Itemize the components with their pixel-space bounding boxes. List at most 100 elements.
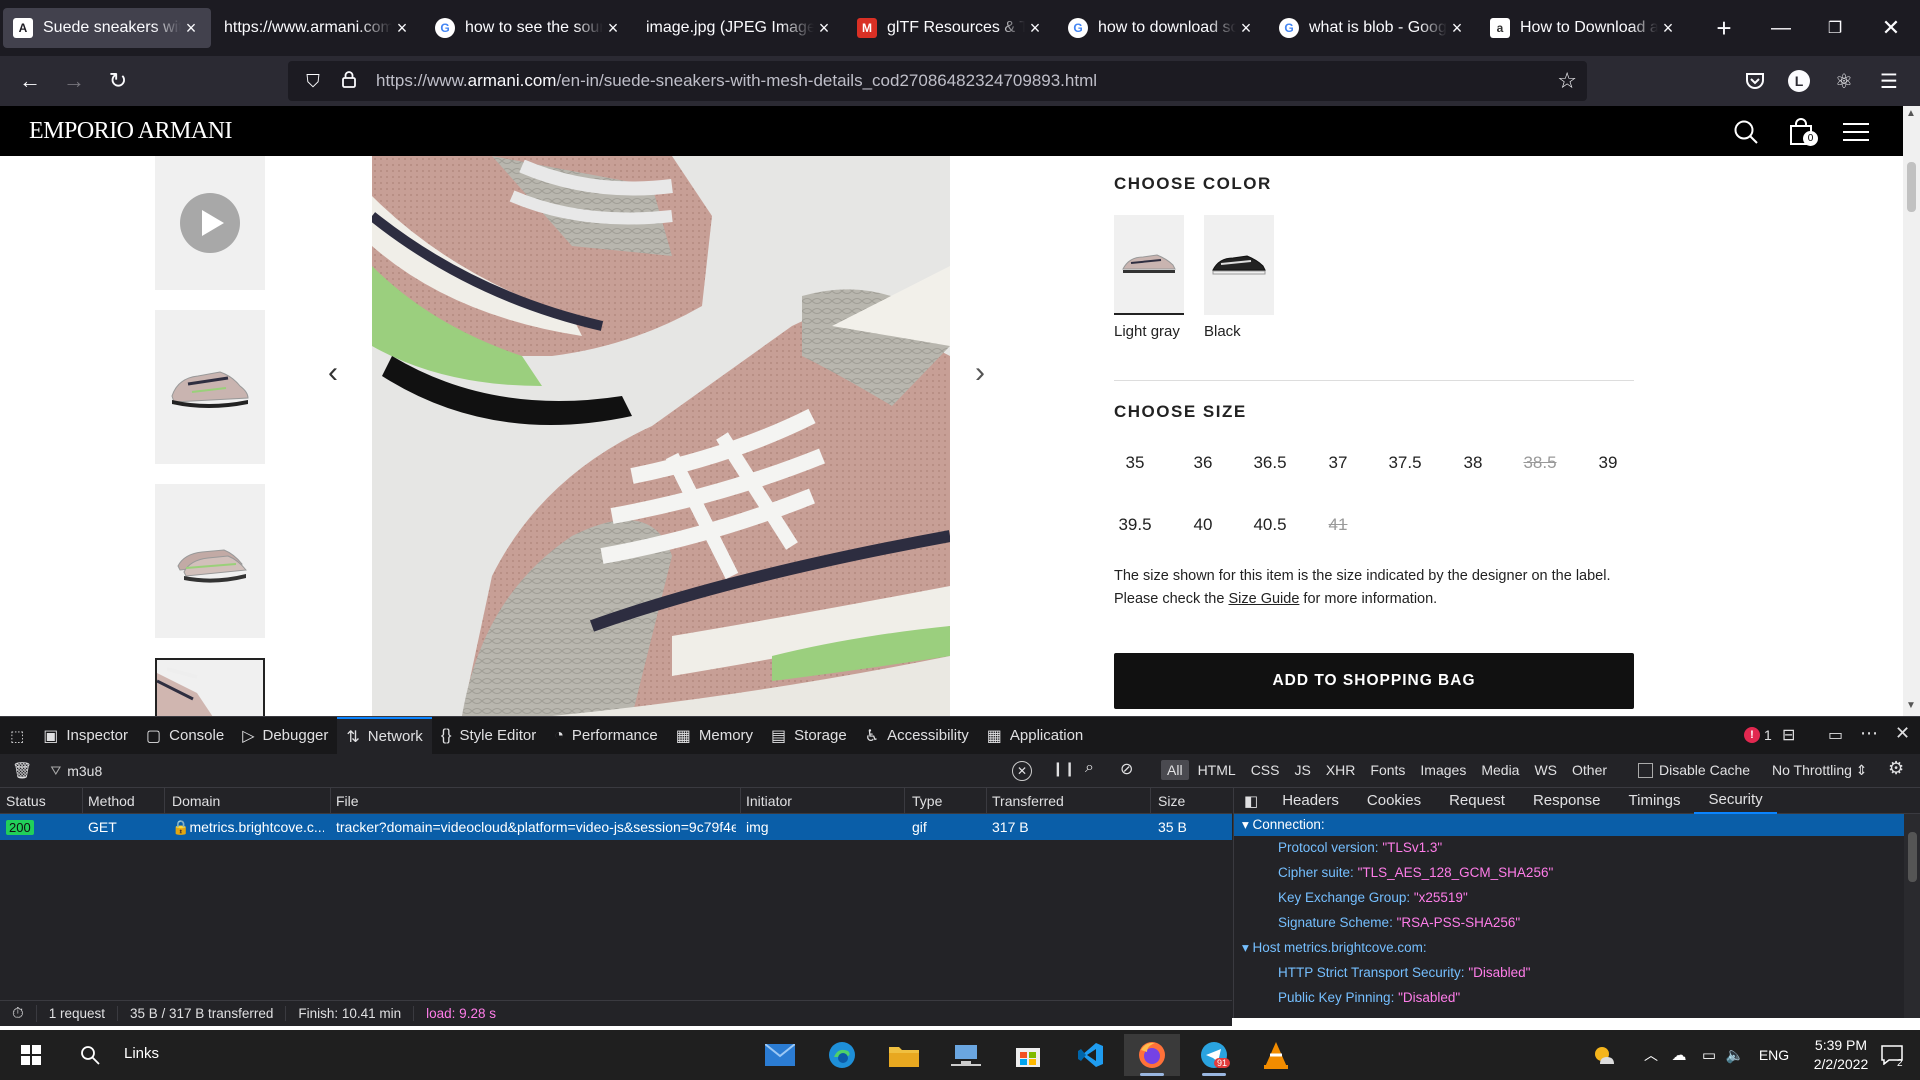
table-row[interactable]: 200 GET 🔒metrics.brightcove.c... tracker… [0, 814, 1232, 840]
close-tab-icon[interactable]: × [1658, 18, 1678, 39]
size-option-unavailable[interactable]: 41 [1305, 515, 1371, 535]
menu-hamburger-icon[interactable] [1840, 116, 1872, 148]
browser-tab[interactable]: G how to download source × [1058, 8, 1266, 48]
color-swatch-black[interactable] [1204, 215, 1274, 315]
column-initiator[interactable]: Initiator [746, 793, 792, 809]
size-option[interactable]: 40.5 [1237, 515, 1303, 535]
filter-css[interactable]: CSS [1245, 760, 1286, 780]
settings-gear-icon[interactable]: ⚙ [1888, 758, 1904, 779]
battery-icon[interactable]: ▭ [1696, 1030, 1722, 1080]
scroll-up-icon[interactable]: ▲ [1906, 108, 1916, 119]
size-guide-link[interactable]: Size Guide [1228, 591, 1299, 607]
size-option[interactable]: 36 [1170, 453, 1236, 473]
close-devtools-icon[interactable]: ✕ [1895, 723, 1910, 744]
connection-row[interactable]: ▾ Connection: [1234, 814, 1904, 836]
tab-security[interactable]: Security [1694, 788, 1777, 814]
size-option[interactable]: 37 [1305, 453, 1371, 473]
scrollbar-thumb[interactable] [1907, 162, 1916, 212]
tab-headers[interactable]: Headers [1268, 788, 1353, 814]
column-file[interactable]: File [336, 793, 359, 809]
column-status[interactable]: Status [6, 793, 46, 809]
column-domain[interactable]: Domain [172, 793, 220, 809]
carousel-next-icon[interactable]: › [975, 356, 985, 390]
product-thumbnail[interactable] [155, 310, 265, 464]
scroll-down-icon[interactable]: ▼ [1906, 700, 1916, 711]
search-icon[interactable] [1730, 116, 1762, 148]
pause-icon[interactable]: ❙❙ [1052, 760, 1075, 777]
filter-all[interactable]: All [1161, 760, 1189, 780]
column-transferred[interactable]: Transferred [992, 793, 1064, 809]
tab-request[interactable]: Request [1435, 788, 1519, 814]
tab-accessibility[interactable]: ♿ Accessibility [856, 717, 978, 755]
edge-browser-icon[interactable] [814, 1034, 870, 1076]
tab-network[interactable]: ⇅ Network [337, 716, 432, 755]
tab-cookies[interactable]: Cookies [1353, 788, 1435, 814]
filter-js[interactable]: JS [1288, 760, 1316, 780]
menu-hamburger-icon[interactable]: ☰ [1874, 66, 1904, 96]
tracking-protection-shield-icon[interactable]: ⛉ [298, 71, 328, 92]
column-size[interactable]: Size [1158, 793, 1185, 809]
size-option[interactable]: 39 [1575, 453, 1641, 473]
browser-tab[interactable]: M glTF Resources & Tools × [847, 8, 1055, 48]
page-scrollbar[interactable]: ▲ ▼ [1903, 106, 1920, 716]
browser-tab[interactable]: image.jpg (JPEG Image, 1200 × [636, 8, 844, 48]
onedrive-cloud-icon[interactable]: ☁ [1666, 1030, 1692, 1080]
microsoft-store-icon[interactable] [1000, 1034, 1056, 1076]
play-icon[interactable] [180, 193, 240, 253]
url-bar[interactable]: ⛉ https://www.armani.com/en-in/suede-sne… [288, 61, 1587, 101]
lock-icon[interactable] [336, 70, 362, 93]
language-indicator[interactable]: ENG [1754, 1030, 1794, 1080]
size-option[interactable]: 37.5 [1372, 453, 1438, 473]
filter-xhr[interactable]: XHR [1320, 760, 1362, 780]
back-button[interactable]: ← [10, 61, 50, 101]
element-picker-icon[interactable]: ⬚ [0, 717, 34, 755]
windows-start-icon[interactable] [3, 1034, 59, 1076]
tab-inspector[interactable]: ▣ Inspector [34, 717, 137, 755]
search-icon[interactable] [62, 1034, 118, 1076]
mail-app-icon[interactable] [752, 1034, 808, 1076]
links-toolbar[interactable]: Links [124, 1045, 159, 1062]
column-type[interactable]: Type [912, 793, 942, 809]
clear-filter-icon[interactable]: ✕ [1012, 761, 1032, 781]
pocket-icon[interactable] [1740, 66, 1770, 96]
filter-fonts[interactable]: Fonts [1364, 760, 1411, 780]
notification-center-icon[interactable]: 2 [1872, 1030, 1912, 1080]
size-option[interactable]: 39.5 [1102, 515, 1168, 535]
emporio-armani-logo[interactable]: EMPORIO ARMANI [29, 118, 233, 145]
remote-desktop-icon[interactable] [938, 1034, 994, 1076]
close-tab-icon[interactable]: × [603, 18, 623, 39]
vscode-icon[interactable] [1062, 1034, 1118, 1076]
telegram-icon[interactable]: 91 [1186, 1034, 1242, 1076]
color-swatch-light-gray[interactable] [1114, 215, 1184, 315]
scrollbar-thumb[interactable] [1908, 832, 1917, 882]
size-option[interactable]: 40 [1170, 515, 1236, 535]
block-icon[interactable]: ⊘ [1120, 759, 1133, 779]
carousel-prev-icon[interactable]: ‹ [328, 356, 338, 390]
checkbox-box[interactable] [1638, 762, 1653, 778]
tab-application[interactable]: ▦ Application [978, 717, 1093, 755]
product-thumbnail-selected[interactable] [155, 658, 265, 716]
browser-tab[interactable]: https://www.armani.com/en-in × [214, 8, 422, 48]
size-option[interactable]: 36.5 [1237, 453, 1303, 473]
toggle-sidebar-icon[interactable]: ◧ [1234, 788, 1268, 814]
volume-icon[interactable]: 🔈 [1722, 1030, 1748, 1080]
filter-ws[interactable]: WS [1528, 760, 1563, 780]
tab-memory[interactable]: ▦ Memory [667, 717, 762, 755]
dock-options-icon[interactable]: ⊟ [1782, 725, 1795, 745]
video-thumbnail[interactable] [155, 156, 265, 290]
close-tab-icon[interactable]: × [181, 18, 201, 39]
close-tab-icon[interactable]: × [1236, 18, 1256, 39]
more-options-icon[interactable]: ⋯ [1860, 723, 1878, 744]
trash-icon[interactable]: 🗑 [12, 761, 32, 781]
size-option-unavailable[interactable]: 38.5 [1507, 453, 1573, 473]
column-method[interactable]: Method [88, 793, 135, 809]
size-option[interactable]: 35 [1102, 453, 1168, 473]
forward-button[interactable]: → [54, 61, 94, 101]
vlc-icon[interactable] [1248, 1034, 1304, 1076]
close-window-button[interactable]: ✕ [1862, 0, 1920, 56]
show-hidden-icons-chevron-icon[interactable]: ︿ [1640, 1030, 1662, 1080]
close-tab-icon[interactable]: × [814, 18, 834, 39]
firefox-icon[interactable] [1124, 1034, 1180, 1076]
shopping-bag-icon[interactable]: 0 [1785, 116, 1818, 148]
browser-tab[interactable]: G what is blob - Google Search × [1269, 8, 1477, 48]
